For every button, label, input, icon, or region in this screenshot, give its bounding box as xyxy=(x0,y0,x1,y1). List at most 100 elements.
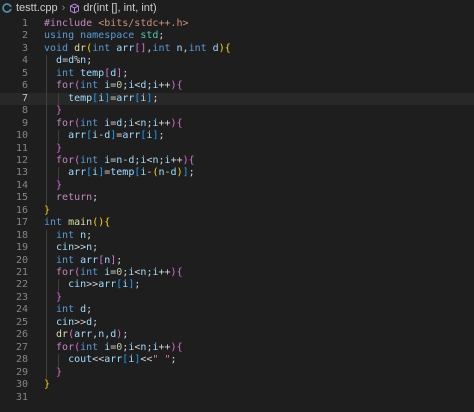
code-text: cin>>arr[i]; xyxy=(68,279,140,291)
code-token: arr xyxy=(68,130,87,142)
breadcrumb-file-label: testt.cpp xyxy=(16,2,58,14)
line-number[interactable]: 8 xyxy=(0,105,28,117)
code-line[interactable]: 19 cin>>n; xyxy=(0,242,474,254)
line-number[interactable]: 4 xyxy=(0,55,28,67)
code-token: { xyxy=(176,267,183,278)
line-number[interactable]: 11 xyxy=(0,143,28,155)
code-line[interactable]: 31 xyxy=(0,392,474,404)
line-number[interactable]: 20 xyxy=(0,255,28,267)
code-token: ; xyxy=(152,92,159,104)
code-token: { xyxy=(176,341,183,353)
code-line[interactable]: 8} xyxy=(0,105,474,117)
line-number[interactable]: 9 xyxy=(0,118,28,130)
line-number[interactable]: 23 xyxy=(0,292,28,304)
code-line[interactable]: 24 int d; xyxy=(0,304,474,316)
code-text: cout<<arr[i]<<" "; xyxy=(68,354,176,366)
code-line[interactable]: 6 for(int i=0;i<d;i++){ xyxy=(0,80,474,92)
line-number[interactable]: 30 xyxy=(0,379,28,391)
code-token: int xyxy=(80,117,105,129)
code-token: ; xyxy=(134,279,141,291)
code-token: int xyxy=(56,229,81,241)
line-number[interactable]: 31 xyxy=(0,392,28,404)
code-line[interactable]: 26 dr(arr,n,d); xyxy=(0,329,474,341)
code-line[interactable]: 18 int n; xyxy=(0,230,474,242)
line-number[interactable]: 22 xyxy=(0,279,28,291)
code-token: { xyxy=(188,154,195,166)
line-number[interactable]: 15 xyxy=(0,192,28,204)
line-number[interactable]: 2 xyxy=(0,30,28,42)
line-number[interactable]: 16 xyxy=(0,205,28,217)
line-number[interactable]: 25 xyxy=(0,317,28,329)
code-token: for xyxy=(56,341,75,353)
breadcrumb-symbol[interactable]: dr(int [], int, int) xyxy=(69,0,157,16)
code-line[interactable]: 11} xyxy=(0,143,474,155)
indent-guide xyxy=(58,167,60,180)
code-line[interactable]: 23} xyxy=(0,292,474,304)
line-number[interactable]: 1 xyxy=(0,18,28,30)
line-number[interactable]: 26 xyxy=(0,329,28,341)
line-number[interactable]: 6 xyxy=(0,80,28,92)
code-text: cin>>n; xyxy=(56,242,98,254)
breadcrumb-file[interactable]: testt.cpp xyxy=(0,0,58,16)
line-number[interactable]: 3 xyxy=(0,43,28,55)
indent-guide xyxy=(58,130,60,143)
code-line[interactable]: 14} xyxy=(0,180,474,192)
line-number[interactable]: 21 xyxy=(0,267,28,279)
code-token: >> xyxy=(74,242,87,254)
line-number[interactable]: 5 xyxy=(0,68,28,80)
code-token: for xyxy=(56,80,75,92)
line-number[interactable]: 13 xyxy=(0,167,28,179)
code-line[interactable]: 20 int arr[n]; xyxy=(0,255,474,267)
line-number[interactable]: 14 xyxy=(0,180,28,192)
code-token: ++ xyxy=(158,117,171,129)
code-text: for(int i=n-d;i<n;i++){ xyxy=(56,155,195,167)
code-line[interactable]: 15 return; xyxy=(0,192,474,204)
cpp-file-icon xyxy=(2,3,12,13)
code-token: for xyxy=(56,267,75,278)
code-line[interactable]: 13 arr[i]=temp[i-(n-d)]; xyxy=(0,167,474,179)
line-number[interactable]: 19 xyxy=(0,242,28,254)
code-line[interactable]: 4 d=d%n; xyxy=(0,55,474,67)
line-number[interactable]: 18 xyxy=(0,230,28,242)
code-text: int d; xyxy=(56,304,92,316)
line-number[interactable]: 27 xyxy=(0,342,28,354)
code-line[interactable]: 10 arr[i-d]=arr[i]; xyxy=(0,130,474,142)
line-number[interactable]: 28 xyxy=(0,354,28,366)
indent-guide xyxy=(46,229,47,380)
code-line[interactable]: 9 for(int i=d;i<n;i++){ xyxy=(0,118,474,130)
line-number[interactable]: 24 xyxy=(0,304,28,316)
code-line[interactable]: 28 cout<<arr[i]<<" "; xyxy=(0,354,474,366)
code-line[interactable]: 1 #include <bits/stdc++.h> xyxy=(0,18,474,30)
code-token: cin xyxy=(56,242,75,254)
code-token: int xyxy=(80,267,105,278)
code-line[interactable]: 25 cin>>d; xyxy=(0,317,474,329)
code-line[interactable]: 29} xyxy=(0,367,474,379)
code-line[interactable]: 22 cin>>arr[i]; xyxy=(0,279,474,291)
code-line[interactable]: 5 int temp[d]; xyxy=(0,68,474,80)
code-token: dr xyxy=(74,42,87,54)
line-number[interactable]: 10 xyxy=(0,130,28,142)
code-line[interactable]: 21 for(int i=0;i<n;i++){ xyxy=(0,267,474,279)
line-number[interactable]: 17 xyxy=(0,217,28,229)
line-number[interactable]: 29 xyxy=(0,367,28,379)
code-line[interactable]: 7 temp[i]=arr[i]; xyxy=(0,92,474,105)
code-line[interactable]: 3 void dr(int arr[],int n,int d){ xyxy=(0,43,474,55)
code-token: arr xyxy=(80,254,99,266)
code-token: return xyxy=(56,192,93,204)
code-text: } xyxy=(44,379,50,391)
code-token: ; xyxy=(188,167,195,179)
line-number[interactable]: 12 xyxy=(0,155,28,167)
code-token: } xyxy=(56,142,63,154)
code-editor[interactable]: 1 #include <bits/stdc++.h> 2 using namespac… xyxy=(0,17,474,412)
code-line[interactable]: 27 for(int i=0;i<n;i++){ xyxy=(0,342,474,354)
code-line[interactable]: 2 using namespace std; xyxy=(0,30,474,42)
code-line[interactable]: 17 int main(){ xyxy=(0,217,474,229)
code-line[interactable]: 12 for(int i=n-d;i<n;i++){ xyxy=(0,155,474,167)
code-line[interactable]: 30} xyxy=(0,379,474,391)
code-token: #include xyxy=(44,18,99,29)
code-line[interactable]: 16} xyxy=(0,205,474,217)
indent-guide xyxy=(46,55,47,205)
line-number[interactable]: 7 xyxy=(0,93,28,105)
code-token: arr xyxy=(122,130,141,142)
code-token: dr xyxy=(56,329,69,341)
